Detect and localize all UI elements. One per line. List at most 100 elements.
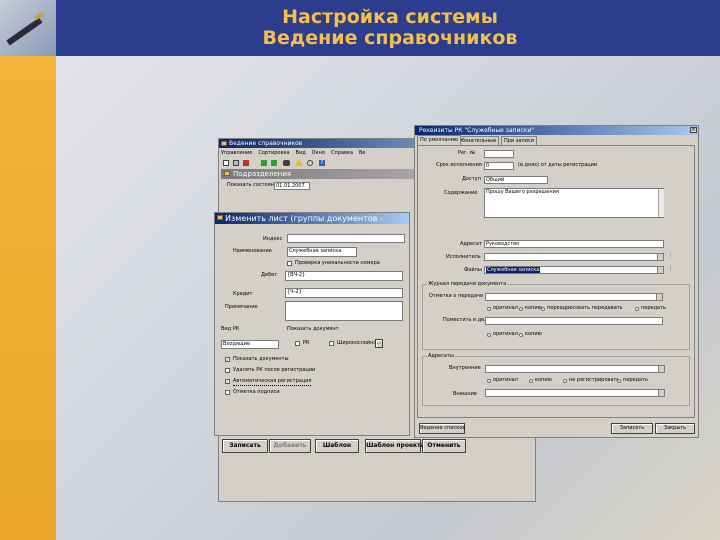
rk-close-button[interactable]: Закрыть [655,423,695,434]
slide-title: Настройка системы [282,6,498,28]
addr-radio-1[interactable] [487,379,491,383]
num-field[interactable] [484,150,514,158]
menu-bar: Управление Сортировка Вид Окно Справка Ве [221,150,372,157]
file-more-icon[interactable]: ⋮ [668,266,673,273]
menu-item-extra[interactable]: Ве [359,150,366,156]
tab-required[interactable]: Обязательные [455,136,500,145]
note-label: Примечание [225,304,258,310]
new-icon[interactable] [223,160,229,166]
edit-sheet-window: Изменить лист (группы документов - Индек… [214,212,410,436]
save-button[interactable]: Записать [222,439,268,453]
addr-radio-3[interactable] [563,379,567,383]
move-icon[interactable] [271,160,277,166]
journal-radio-4-label: передать [641,305,666,311]
rk-dialog: Реквизиты РК "Служебные записки" × По умо… [414,125,699,438]
menu-item-window[interactable]: Окно [312,150,325,156]
chevron-down-icon [658,366,664,372]
place-radio-1[interactable] [487,333,491,337]
addr-radio-4-label: передать [623,377,648,383]
add-icon[interactable] [261,160,267,166]
tab-on-save[interactable]: При записи [501,136,538,145]
template-project-button[interactable]: Шаблон проекта [365,439,425,453]
place-radio-1-label: оригинал [493,331,518,337]
debit-field[interactable]: {ВЧ-2} [285,271,403,281]
binoculars-icon[interactable] [283,160,290,166]
file-label: Файлы [464,267,482,273]
cancel-button[interactable]: Отменить [422,439,466,453]
file-select[interactable]: Служебная записка [484,266,664,274]
zoom-icon[interactable] [307,160,313,166]
journal-group: Журнал передачи документа Отметка о пере… [422,281,690,350]
close-icon[interactable]: × [690,127,697,133]
exec-suffix: (в днях) от даты регистрации [518,162,598,168]
num-label: Рег. № [458,150,476,156]
warning-icon[interactable] [295,159,303,166]
toolbar: ? [221,159,411,168]
file-select-value: Служебная записка [486,267,541,273]
delete-icon[interactable] [243,160,249,166]
journal-radio-3[interactable] [541,307,545,311]
content-scrollbar[interactable] [658,189,664,217]
executor-select[interactable] [484,253,664,261]
type-select[interactable]: Входящие [221,340,279,349]
wide-checkbox[interactable] [329,341,334,346]
edit-sheet-title: Изменить лист (группы документов - [225,214,383,223]
logo [0,0,56,56]
menu-item-help[interactable]: Справка [331,150,353,156]
exec-field[interactable]: 0 [484,162,514,170]
executor-more-icon[interactable]: ⋮ [668,253,673,260]
transfer-label: Отметка о передаче [429,293,484,299]
help-icon[interactable]: ? [319,160,325,166]
edit-sheet-titlebar[interactable]: Изменить лист (группы документов - [215,213,409,224]
show-doc-label: Показать документ [287,326,339,332]
journal-radio-1[interactable] [487,307,491,311]
menu-item-sort[interactable]: Сортировка [258,150,289,156]
menu-item-view[interactable]: Вид [296,150,306,156]
transfer-select[interactable] [485,293,663,301]
journal-radio-2-label: копию [525,305,542,311]
place-radio-2[interactable] [519,333,523,337]
chevron-down-icon [658,390,664,396]
menu-item-manage[interactable]: Управление [221,150,252,156]
edit-icon[interactable] [233,160,239,166]
place-field[interactable] [485,317,663,325]
addressee-label: Адресат [460,241,482,247]
tab-default[interactable]: По умолчанию [417,135,462,145]
opt1-checkbox[interactable]: ✓ [225,357,230,362]
journal-list-button[interactable]: Ведение списков [419,423,465,434]
addr-radio-2[interactable] [529,379,533,383]
rk-save-button[interactable]: Записать [611,423,653,434]
uniq-label: Проверка уникальности номера [295,260,380,266]
access-select[interactable]: Общий [484,176,548,184]
access-label: Доступ [462,176,481,182]
external-select[interactable] [485,389,665,397]
journal-radio-2[interactable] [519,307,523,311]
name-field[interactable]: Служебная записка [287,247,357,257]
sheet-icon [217,215,223,220]
credit-field[interactable]: {Ч-2} [285,288,403,298]
rk-checkbox[interactable] [295,341,300,346]
content-field[interactable]: Прошу Вашего разрешения [484,188,664,218]
note-field[interactable] [285,301,403,321]
opt2-checkbox[interactable] [225,368,230,373]
journal-radio-4[interactable] [635,307,639,311]
addr-radio-1-label: оригинал [493,377,518,383]
opt4-checkbox[interactable] [225,390,230,395]
more-button[interactable]: ... [375,339,383,348]
credit-label: Кредит [233,291,253,297]
executor-label: Исполнитель [446,254,481,260]
addr-radio-4[interactable] [617,379,621,383]
exec-label: Срок исполнения [436,162,482,168]
internal-select[interactable] [485,365,665,373]
addr-radio-3-label: не регистрировать [569,377,620,383]
template-button[interactable]: Шаблон [315,439,359,453]
addressee-select[interactable]: Руководство [484,240,664,248]
add-button[interactable]: Добавить [269,439,311,453]
index-field[interactable] [287,234,405,243]
uniq-checkbox[interactable] [287,261,292,266]
rk-dialog-titlebar[interactable]: Реквизиты РК "Служебные записки" × [415,126,698,135]
journal-group-title: Журнал передачи документа [427,281,508,287]
state-date-field[interactable]: 01.01.2007 [274,182,310,190]
opt3-checkbox[interactable]: ✓ [225,379,230,384]
slide-sidebar [0,56,56,540]
